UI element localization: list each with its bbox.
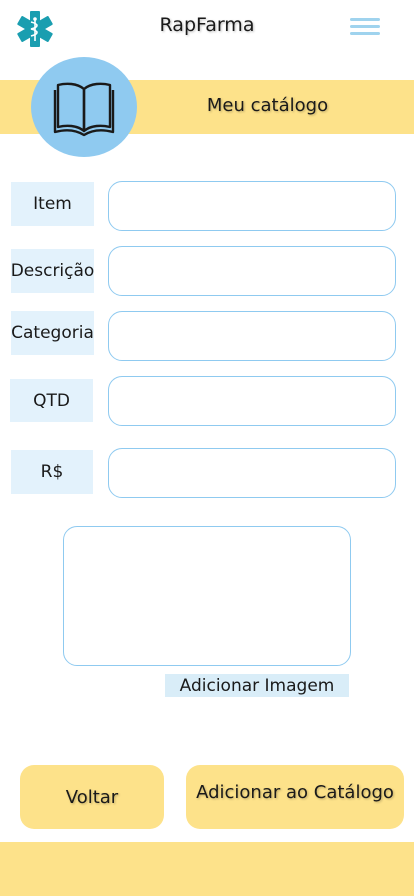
quantity-label: QTD — [10, 379, 93, 422]
footer-bar — [0, 842, 414, 896]
item-label: Item — [11, 182, 94, 226]
add-image-button[interactable]: Adicionar Imagem — [165, 674, 349, 697]
category-input[interactable] — [108, 311, 396, 361]
price-input[interactable] — [108, 448, 396, 498]
hamburger-menu-icon[interactable] — [350, 18, 380, 36]
catalog-avatar — [31, 57, 137, 157]
back-button[interactable]: Voltar — [20, 765, 164, 829]
price-label: R$ — [11, 450, 93, 494]
open-book-icon — [53, 82, 115, 137]
item-input[interactable] — [108, 181, 396, 231]
description-input[interactable] — [108, 246, 396, 296]
image-preview[interactable] — [63, 526, 351, 666]
description-label: Descrição — [11, 249, 94, 293]
quantity-input[interactable] — [108, 376, 396, 426]
category-label: Categoria — [11, 311, 94, 355]
page-title: Meu catálogo — [206, 95, 329, 116]
add-to-catalog-button[interactable]: Adicionar ao Catálogo — [186, 765, 404, 829]
